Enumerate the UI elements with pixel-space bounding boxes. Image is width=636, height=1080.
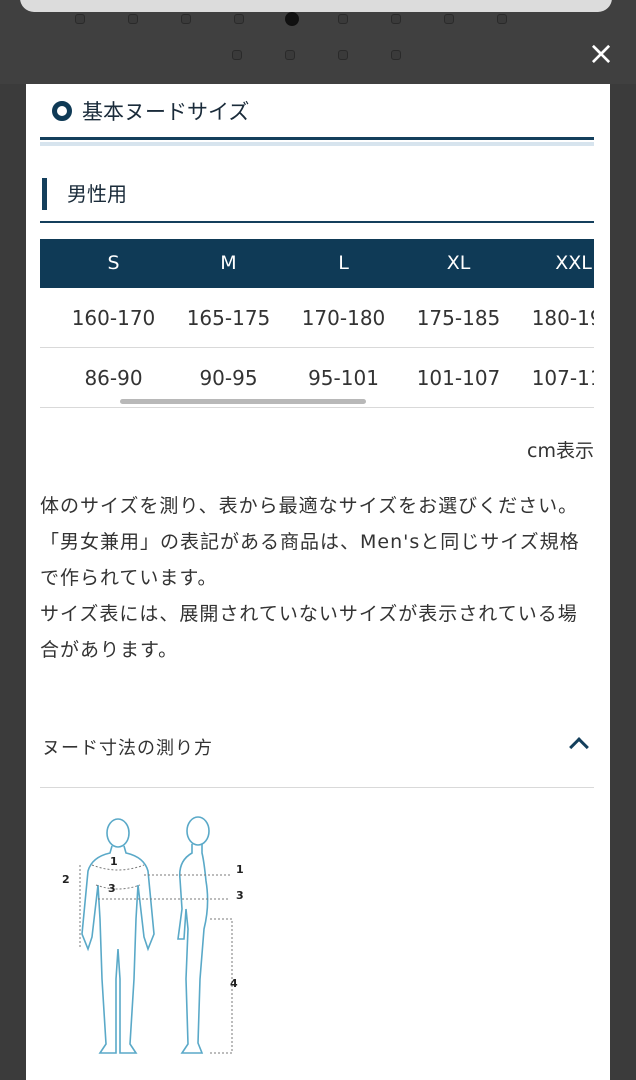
thumbnail-dot (391, 50, 401, 60)
thumbnail-dot (128, 14, 138, 24)
header-cell: M (220, 252, 237, 274)
thumbnail-dot (444, 14, 454, 24)
header-cell: XXL (555, 252, 592, 274)
ring-bullet-icon (52, 101, 72, 121)
size-chart-modal: 基本ヌードサイズ 男性用 S M L XL XXL 160-170 165-17… (26, 84, 610, 1080)
table-cell: 160-170 (71, 306, 156, 330)
section-title-text: 基本ヌードサイズ (82, 100, 250, 124)
close-icon[interactable]: × (584, 36, 618, 70)
table-header-row: S M L XL XXL (40, 239, 594, 288)
table-row: 160-170 165-175 170-180 175-185 180-190 (40, 288, 594, 348)
description: 体のサイズを測り、表から最適なサイズをお選びください。 「男女兼用」の表記がある… (40, 488, 588, 668)
thumbnail-dot (234, 14, 244, 24)
background-search-bar (20, 0, 612, 12)
body-measurement-icon: 1 2 3 1 3 4 (62, 809, 244, 1069)
header-cell: XL (446, 252, 471, 274)
figure-label: 3 (236, 889, 244, 902)
table-cell: 165-175 (186, 306, 271, 330)
measurement-guide-toggle[interactable]: ヌード寸法の測り方 (40, 726, 594, 788)
sub-title: 男性用 (42, 178, 127, 210)
section-divider (40, 137, 594, 146)
chevron-up-icon (569, 737, 589, 757)
figure-label: 1 (236, 863, 244, 876)
table-cell: 101-107 (416, 366, 501, 390)
figure-label: 1 (110, 855, 118, 868)
thumbnail-dot-active (285, 12, 299, 26)
unit-note: cm表示 (527, 440, 594, 462)
header-cell: S (107, 252, 120, 274)
section-title: 基本ヌードサイズ (52, 96, 249, 126)
header-cell: L (338, 252, 349, 274)
thumbnail-dot (285, 50, 295, 60)
figure-label: 3 (108, 882, 116, 895)
background-page (0, 0, 636, 84)
thumbnail-dot (338, 50, 348, 60)
accordion-label: ヌード寸法の測り方 (42, 738, 213, 759)
thumbnail-dot (181, 14, 191, 24)
table-scrollbar[interactable] (120, 399, 366, 404)
thumbnail-dot (497, 14, 507, 24)
size-table[interactable]: S M L XL XXL 160-170 165-175 170-180 175… (40, 239, 594, 409)
description-line: サイズ表には、展開されていないサイズが表示されている場合があります。 (40, 603, 578, 661)
thumbnail-dot (232, 50, 242, 60)
table-cell: 170-180 (301, 306, 386, 330)
thumbnail-dot (391, 14, 401, 24)
figure-label: 4 (230, 977, 238, 990)
table-cell: 180-190 (531, 306, 594, 330)
table-cell: 107-113 (531, 366, 594, 390)
description-line: 体のサイズを測り、表から最適なサイズをお選びください。 (40, 495, 579, 517)
thumbnail-dot (75, 14, 85, 24)
description-line: 「男女兼用」の表記がある商品は、Men'sと同じサイズ規格で作られています。 (40, 531, 580, 589)
figure-label: 2 (62, 873, 70, 886)
table-cell: 175-185 (416, 306, 501, 330)
sub-title-divider (40, 221, 594, 223)
thumbnail-dot (338, 14, 348, 24)
